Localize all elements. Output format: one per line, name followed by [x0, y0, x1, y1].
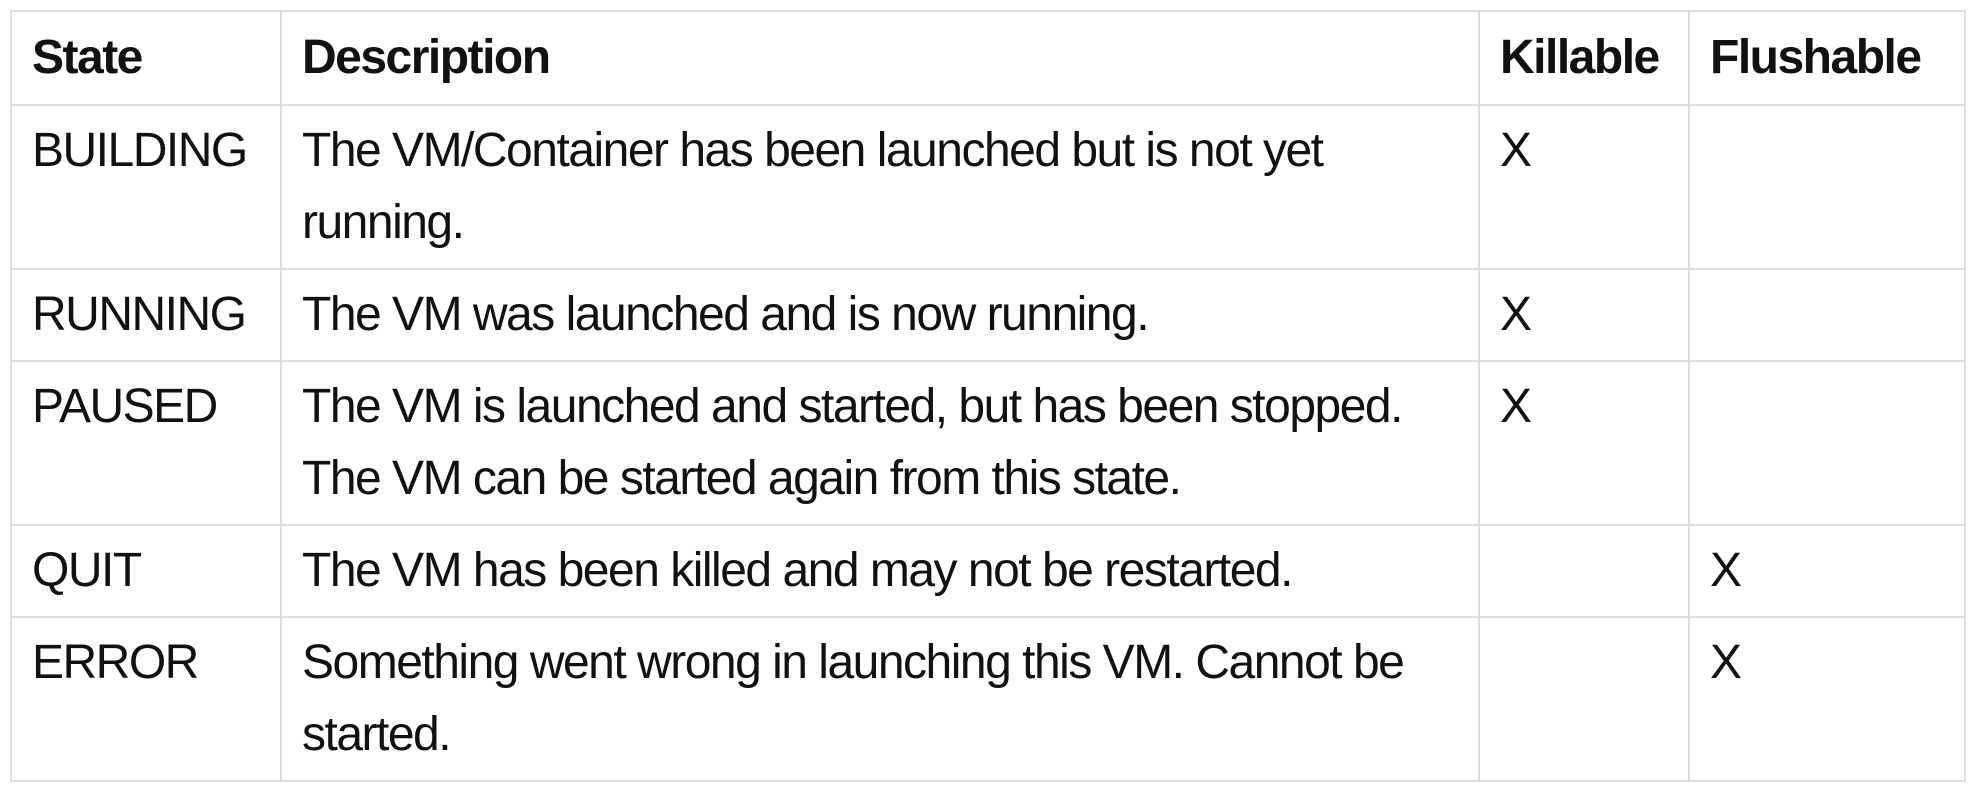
header-row: State Description Killable Flushable [10, 10, 1966, 106]
table-row: RUNNING The VM was launched and is now r… [10, 268, 1966, 362]
killable-cell [1478, 616, 1690, 782]
state-cell: RUNNING [10, 268, 282, 362]
header-killable: Killable [1478, 10, 1690, 106]
header-description: Description [280, 10, 1480, 106]
flushable-cell [1688, 268, 1966, 362]
description-cell: Something went wrong in launching this V… [280, 616, 1480, 782]
table-header: State Description Killable Flushable [10, 10, 1966, 106]
state-cell: PAUSED [10, 360, 282, 526]
table-row: PAUSED The VM is launched and started, b… [10, 360, 1966, 526]
killable-cell: X [1478, 360, 1690, 526]
table-row: BUILDING The VM/Container has been launc… [10, 104, 1966, 270]
header-flushable: Flushable [1688, 10, 1966, 106]
state-cell: BUILDING [10, 104, 282, 270]
state-cell: ERROR [10, 616, 282, 782]
table-row: QUIT The VM has been killed and may not … [10, 524, 1966, 618]
flushable-cell: X [1688, 524, 1966, 618]
vm-states-table-container: State Description Killable Flushable BUI… [10, 10, 1966, 782]
table-row: ERROR Something went wrong in launching … [10, 616, 1966, 782]
description-cell: The VM/Container has been launched but i… [280, 104, 1480, 270]
flushable-cell [1688, 104, 1966, 270]
killable-cell: X [1478, 268, 1690, 362]
killable-cell: X [1478, 104, 1690, 270]
state-cell: QUIT [10, 524, 282, 618]
description-cell: The VM is launched and started, but has … [280, 360, 1480, 526]
vm-states-table: State Description Killable Flushable BUI… [10, 10, 1966, 782]
header-state: State [10, 10, 282, 106]
description-cell: The VM was launched and is now running. [280, 268, 1480, 362]
description-cell: The VM has been killed and may not be re… [280, 524, 1480, 618]
table-body: BUILDING The VM/Container has been launc… [10, 104, 1966, 782]
flushable-cell: X [1688, 616, 1966, 782]
killable-cell [1478, 524, 1690, 618]
flushable-cell [1688, 360, 1966, 526]
